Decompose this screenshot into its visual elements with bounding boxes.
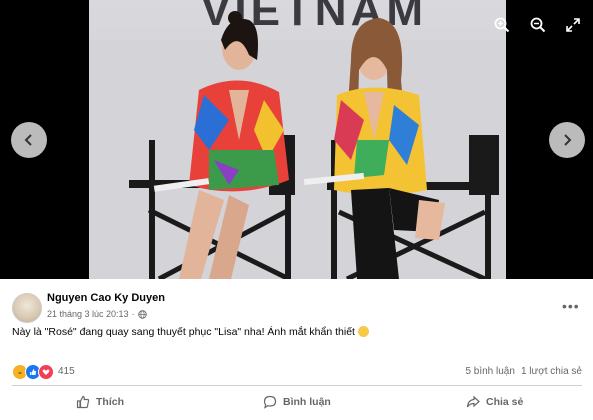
pleading-face-icon bbox=[357, 326, 369, 337]
photo-scene bbox=[89, 11, 506, 279]
avatar[interactable] bbox=[12, 293, 42, 323]
zoom-in-icon bbox=[494, 17, 510, 33]
comment-label: Bình luận bbox=[283, 396, 331, 408]
globe-icon bbox=[137, 309, 147, 319]
meta-separator: · bbox=[131, 309, 135, 319]
expand-icon bbox=[566, 18, 580, 32]
comment-button[interactable]: Bình luận bbox=[263, 393, 331, 411]
share-icon bbox=[466, 395, 480, 408]
comment-count[interactable]: 5 bình luận bbox=[465, 366, 515, 377]
post-author[interactable]: Nguyen Cao Ky Duyen bbox=[47, 292, 165, 304]
reaction-count[interactable]: 415 bbox=[58, 366, 75, 377]
fullscreen-button[interactable] bbox=[560, 12, 586, 38]
next-photo-button[interactable] bbox=[549, 122, 585, 158]
like-button[interactable]: Thích bbox=[76, 393, 124, 411]
reactions-summary[interactable] bbox=[12, 364, 54, 380]
share-label: Chia sẻ bbox=[486, 396, 524, 408]
share-button[interactable]: Chia sẻ bbox=[466, 393, 523, 411]
love-reaction-icon bbox=[38, 364, 54, 380]
zoom-in-button[interactable] bbox=[489, 12, 515, 38]
more-options-button[interactable]: ••• bbox=[562, 298, 580, 314]
chevron-left-icon bbox=[24, 134, 32, 146]
previous-photo-button[interactable] bbox=[11, 122, 47, 158]
media-viewer: VIETNAM bbox=[0, 0, 593, 279]
engagement-stats: 5 bình luận 1 lượt chia sẻ bbox=[465, 366, 582, 377]
comment-icon bbox=[263, 395, 277, 409]
zoom-out-button[interactable] bbox=[525, 12, 551, 38]
post-caption-container: Này là "Rosé" đang quay sang thuyết phục… bbox=[12, 326, 369, 338]
post-photo[interactable]: VIETNAM bbox=[89, 0, 506, 279]
divider bbox=[12, 385, 582, 386]
like-label: Thích bbox=[96, 396, 124, 408]
share-count[interactable]: 1 lượt chia sẻ bbox=[521, 366, 582, 377]
post-caption: Này là "Rosé" đang quay sang thuyết phục… bbox=[12, 326, 355, 338]
post-timestamp[interactable]: 21 tháng 3 lúc 20:13 bbox=[47, 309, 129, 319]
post-meta: 21 tháng 3 lúc 20:13 · bbox=[47, 309, 147, 319]
thumbs-up-icon bbox=[76, 395, 90, 409]
zoom-out-icon bbox=[530, 17, 546, 33]
chevron-right-icon bbox=[564, 134, 572, 146]
